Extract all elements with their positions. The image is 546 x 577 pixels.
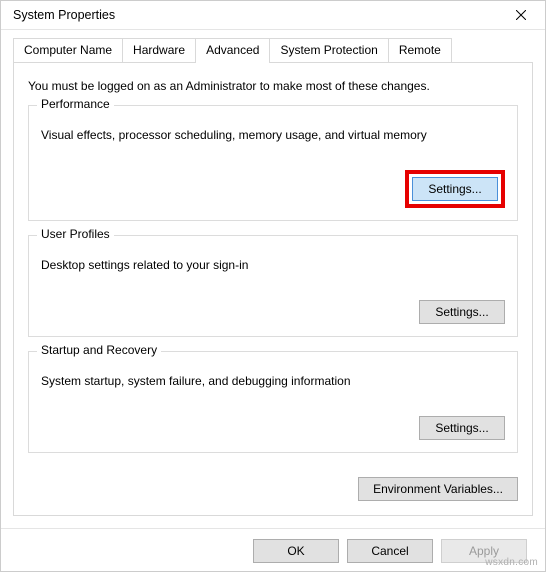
tab-hardware[interactable]: Hardware — [122, 38, 196, 62]
dialog-footer: OK Cancel Apply — [1, 528, 545, 577]
user-profiles-settings-button[interactable]: Settings... — [419, 300, 505, 324]
user-profiles-group: User Profiles Desktop settings related t… — [28, 235, 518, 337]
titlebar: System Properties — [1, 1, 545, 30]
environment-variables-button[interactable]: Environment Variables... — [358, 477, 518, 501]
window-title: System Properties — [13, 8, 501, 22]
tabpanel-advanced: You must be logged on as an Administrato… — [13, 62, 533, 516]
performance-group: Performance Visual effects, processor sc… — [28, 105, 518, 221]
performance-desc: Visual effects, processor scheduling, me… — [41, 128, 505, 142]
ok-button[interactable]: OK — [253, 539, 339, 563]
performance-settings-highlight: Settings... — [405, 170, 505, 208]
system-properties-window: System Properties Computer Name Hardware… — [0, 0, 546, 572]
user-profiles-desc: Desktop settings related to your sign-in — [41, 258, 505, 272]
close-button[interactable] — [501, 1, 541, 29]
startup-desc: System startup, system failure, and debu… — [41, 374, 505, 388]
close-icon — [516, 10, 526, 20]
tab-advanced[interactable]: Advanced — [195, 38, 270, 63]
cancel-button[interactable]: Cancel — [347, 539, 433, 563]
user-profiles-legend: User Profiles — [37, 227, 114, 241]
startup-recovery-group: Startup and Recovery System startup, sys… — [28, 351, 518, 453]
admin-note: You must be logged on as an Administrato… — [28, 79, 518, 93]
tab-remote[interactable]: Remote — [388, 38, 452, 62]
performance-legend: Performance — [37, 97, 114, 111]
startup-settings-button[interactable]: Settings... — [419, 416, 505, 440]
watermark: wsxdn.com — [485, 557, 538, 568]
tabstrip: Computer Name Hardware Advanced System P… — [1, 30, 545, 62]
startup-legend: Startup and Recovery — [37, 343, 161, 357]
tab-computer-name[interactable]: Computer Name — [13, 38, 123, 62]
performance-settings-button[interactable]: Settings... — [412, 177, 498, 201]
tab-system-protection[interactable]: System Protection — [269, 38, 388, 62]
